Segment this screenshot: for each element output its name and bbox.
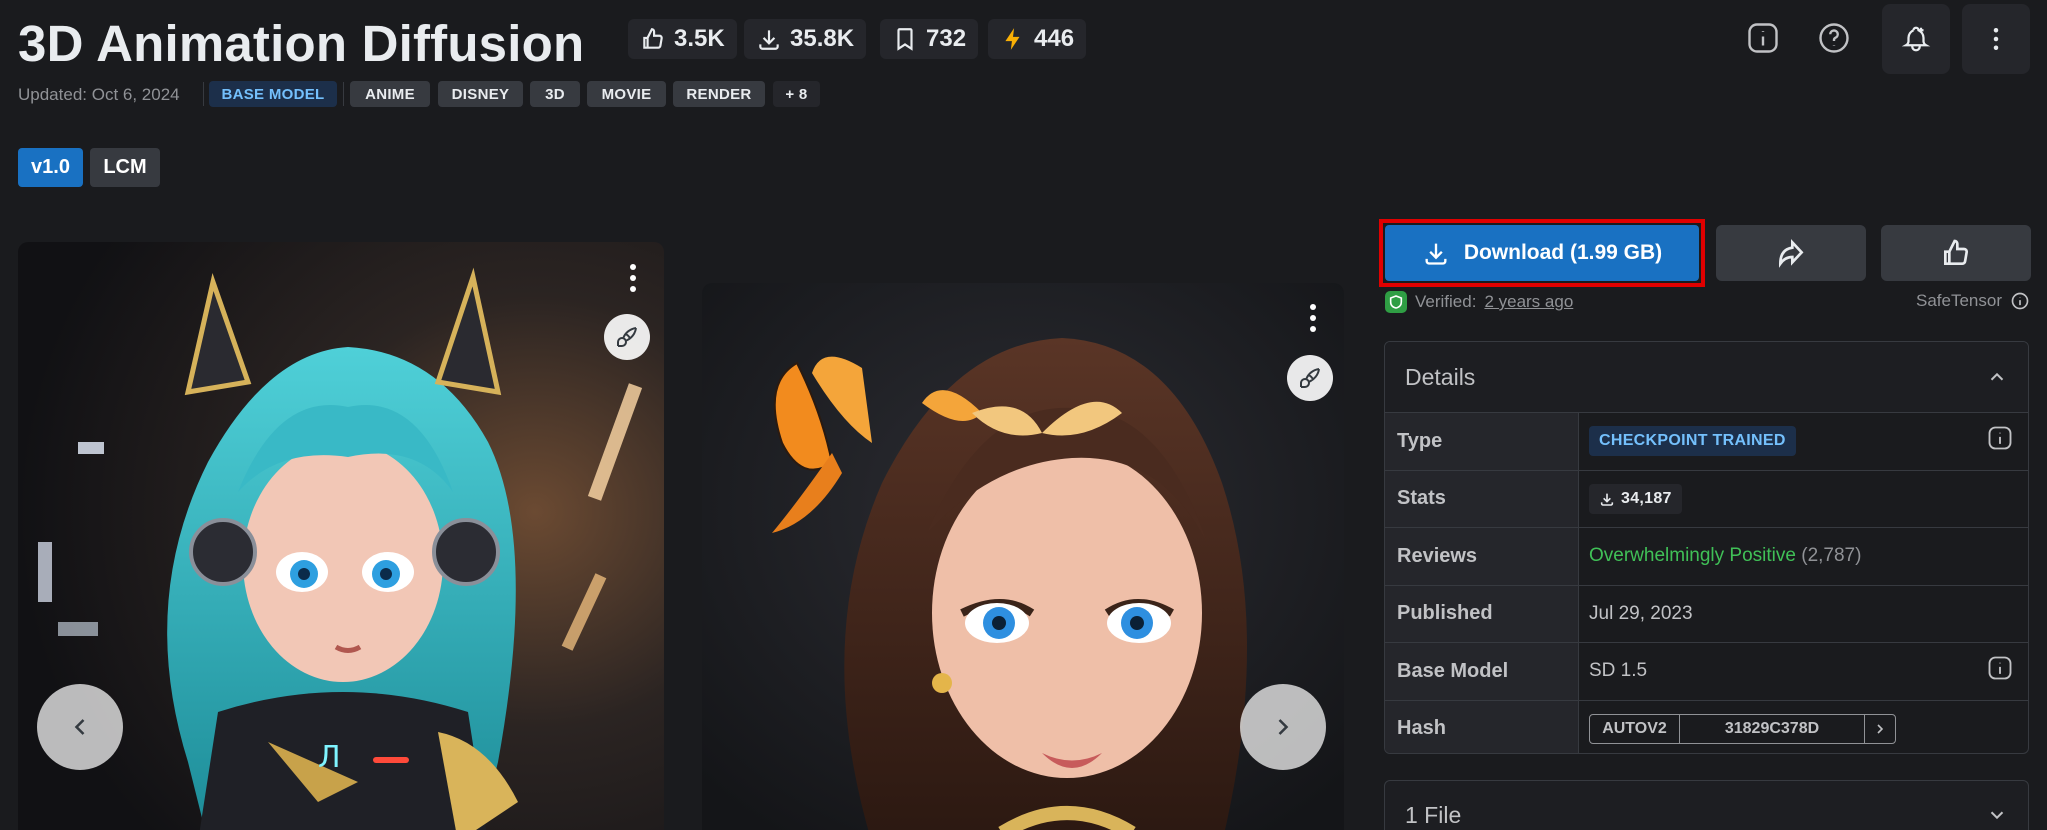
downloads-badge: 34,187 (1589, 483, 1682, 514)
share-button[interactable] (1716, 225, 1866, 281)
download-icon (1425, 243, 1447, 265)
hash-control[interactable]: AUTOV2 31829C378D (1589, 713, 1896, 744)
version-tab-lcm[interactable]: LCM (90, 148, 160, 187)
version-tab-v1[interactable]: v1.0 (18, 148, 83, 187)
thumbs-up-icon (643, 28, 663, 49)
details-row-published: Published Jul 29, 2023 (1385, 584, 2028, 642)
chevron-right-icon[interactable] (1865, 715, 1895, 743)
type-badge: CHECKPOINT TRAINED (1589, 426, 1796, 457)
info-circle-icon[interactable] (2010, 291, 2030, 311)
chevron-right-icon (1278, 719, 1289, 735)
likes-stat[interactable]: 3.5K (628, 19, 737, 59)
dots-vertical-icon (1993, 28, 1999, 50)
shield-check-icon (1385, 291, 1407, 313)
carousel-prev-button[interactable] (37, 684, 123, 770)
details-row-stats: Stats 34,187 (1385, 469, 2028, 527)
downloads-stat[interactable]: 35.8K (744, 19, 867, 59)
tag-disney[interactable]: DISNEY (438, 81, 523, 107)
thumbs-up-icon (1944, 239, 1968, 265)
updated-date: Updated: Oct 6, 2024 (18, 85, 180, 104)
bookmark-icon (897, 28, 913, 51)
bookmarks-stat[interactable]: 732 (880, 19, 979, 59)
share-icon (1778, 238, 1804, 268)
safetensor-label: SafeTensor (1916, 291, 2030, 311)
download-icon (1600, 493, 1614, 506)
details-header[interactable]: Details (1385, 342, 2028, 412)
image-2-remix-button[interactable] (1287, 355, 1333, 401)
verified-time-link[interactable]: 2 years ago (1484, 292, 1573, 312)
reviews-count: (2,787) (1801, 545, 1862, 567)
download-icon (759, 30, 779, 50)
info-icon[interactable] (1986, 424, 2014, 458)
tag-anime[interactable]: ANIME (350, 81, 430, 107)
image-1-menu-button[interactable] (618, 258, 648, 298)
tag-render[interactable]: RENDER (673, 81, 765, 107)
divider (203, 82, 204, 106)
chevron-up-icon (1990, 372, 2004, 381)
more-tags[interactable]: + 8 (773, 81, 820, 107)
info-icon[interactable] (1986, 654, 2014, 688)
tag-movie[interactable]: MOVIE (587, 81, 666, 107)
svg-text:Л: Л (318, 740, 341, 775)
divider (343, 82, 344, 106)
brush-icon (617, 327, 637, 347)
question-icon (1819, 23, 1849, 53)
bell-plus-icon (1901, 26, 1931, 52)
verified-status: Verified: 2 years ago (1385, 291, 1573, 313)
notify-button[interactable] (1882, 4, 1950, 74)
like-button[interactable] (1881, 225, 2031, 281)
details-panel: Details Type CHECKPOINT TRAINED Stats 34… (1384, 341, 2029, 754)
info-button[interactable] (1745, 20, 1781, 56)
hash-algorithm[interactable]: AUTOV2 (1590, 714, 1680, 743)
details-row-type: Type CHECKPOINT TRAINED (1385, 412, 2028, 470)
details-row-reviews: Reviews Overwhelmingly Positive (2,787) (1385, 527, 2028, 585)
base-model-badge: BASE MODEL (209, 81, 337, 107)
brush-icon (1300, 368, 1320, 388)
image-1-remix-button[interactable] (604, 314, 650, 360)
hash-value[interactable]: 31829C378D (1680, 714, 1865, 743)
details-row-base-model: Base Model SD 1.5 (1385, 642, 2028, 700)
files-section[interactable]: 1 File (1384, 780, 2029, 830)
carousel-next-button[interactable] (1240, 684, 1326, 770)
more-menu-button[interactable] (1962, 4, 2030, 74)
page-title: 3D Animation Diffusion (18, 15, 585, 72)
download-button[interactable]: Download (1.99 GB) (1385, 225, 1699, 281)
chevron-down-icon (1990, 811, 2004, 820)
details-row-hash: Hash AUTOV2 31829C378D (1385, 699, 2028, 753)
tag-3d[interactable]: 3D (530, 81, 580, 107)
lightning-icon (1005, 28, 1020, 50)
image-2-menu-button[interactable] (1298, 298, 1328, 338)
info-icon (1748, 23, 1778, 53)
help-button[interactable] (1816, 20, 1852, 56)
chevron-left-icon (74, 719, 85, 735)
buzz-stat[interactable]: 446 (988, 19, 1087, 59)
reviews-summary[interactable]: Overwhelmingly Positive (1589, 545, 1796, 567)
